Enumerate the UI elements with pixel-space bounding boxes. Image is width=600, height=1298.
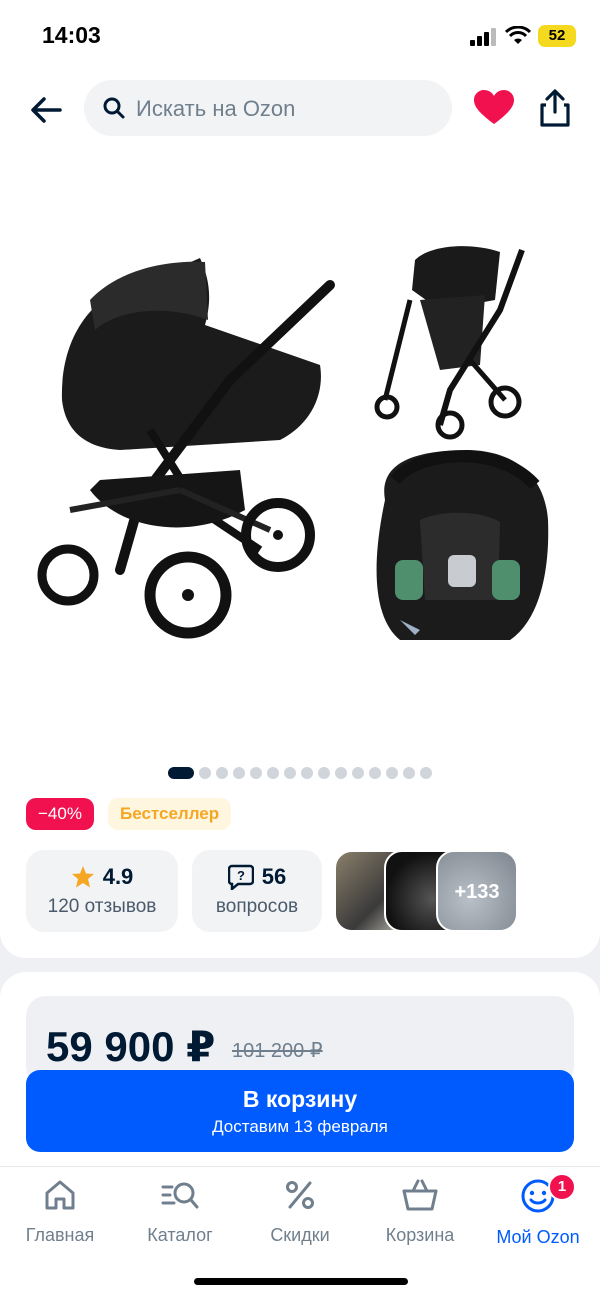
- gallery-dot[interactable]: [267, 767, 279, 779]
- stroller-product-image: [37, 246, 549, 640]
- catalog-search-icon: [161, 1182, 199, 1209]
- gallery-dot[interactable]: [403, 767, 415, 779]
- questions-button[interactable]: ? 56 вопросов: [192, 850, 322, 932]
- top-bar: Искать на Ozon: [0, 74, 600, 150]
- cellular-signal-icon: [470, 28, 498, 46]
- gallery-dot[interactable]: [284, 767, 296, 779]
- gallery-dot[interactable]: [301, 767, 313, 779]
- search-input[interactable]: Искать на Ozon: [84, 80, 452, 136]
- seat-stroller-illustration: [374, 246, 525, 440]
- nav-item-catalog[interactable]: Каталог: [120, 1177, 240, 1246]
- gallery-dot[interactable]: [250, 767, 262, 779]
- search-icon: [103, 97, 125, 119]
- product-info-card: −40% Бестселлер 4.9 120 отзывов ? 56 воп…: [0, 786, 600, 958]
- back-arrow-icon[interactable]: [26, 90, 66, 130]
- gallery-dot[interactable]: [335, 767, 347, 779]
- nav-item-discounts[interactable]: Скидки: [240, 1177, 360, 1246]
- gallery-dot[interactable]: [168, 767, 194, 779]
- nav-label-home: Главная: [25, 1225, 95, 1245]
- questions-count: 56: [261, 864, 287, 889]
- battery-indicator: 52: [538, 25, 576, 47]
- discount-badge: −40%: [26, 798, 94, 830]
- svg-text:?: ?: [237, 868, 245, 883]
- notification-badge: 1: [548, 1173, 576, 1201]
- nav-item-home[interactable]: Главная: [0, 1177, 120, 1246]
- nav-label-discounts: Скидки: [270, 1225, 330, 1245]
- gallery-pagination: [0, 760, 600, 786]
- bestseller-badge: Бестселлер: [108, 798, 232, 830]
- star-icon: [71, 866, 94, 888]
- status-time: 14:03: [42, 22, 101, 48]
- status-bar: 14:03 52: [0, 0, 600, 74]
- home-icon: [45, 1180, 75, 1210]
- questions-label: вопросов: [215, 896, 299, 917]
- favorite-heart-icon[interactable]: [474, 90, 514, 126]
- add-to-cart-label: В корзину: [242, 1086, 358, 1112]
- basket-icon: [402, 1179, 438, 1211]
- gallery-dot[interactable]: [216, 767, 228, 779]
- reviews-count: 120 отзывов: [47, 896, 157, 917]
- nav-item-cart[interactable]: Корзина: [360, 1177, 480, 1246]
- question-bubble-icon: ?: [227, 864, 254, 890]
- nav-label-my-ozon: Мой Ozon: [496, 1227, 580, 1247]
- nav-label-cart: Корзина: [385, 1225, 455, 1245]
- gallery-dot[interactable]: [369, 767, 381, 779]
- bassinet-stroller-illustration: [37, 258, 335, 639]
- old-price: 101 200 ₽: [232, 1040, 323, 1062]
- wifi-icon: [505, 26, 531, 44]
- rating-value: 4.9: [102, 864, 134, 889]
- more-photos-thumbnail[interactable]: +133: [436, 850, 518, 932]
- nav-label-catalog: Каталог: [147, 1225, 213, 1245]
- share-icon[interactable]: [536, 88, 574, 128]
- gallery-dot[interactable]: [199, 767, 211, 779]
- search-placeholder: Искать на Ozon: [136, 96, 296, 121]
- product-image-gallery[interactable]: [0, 150, 600, 760]
- gallery-dot[interactable]: [420, 767, 432, 779]
- percent-icon: [286, 1181, 314, 1209]
- rating-reviews-button[interactable]: 4.9 120 отзывов: [26, 850, 178, 932]
- current-price: 59 900 ₽: [46, 1023, 216, 1070]
- nav-item-my-ozon[interactable]: 1 Мой Ozon: [478, 1173, 598, 1248]
- delivery-date-label: Доставим 13 февраля: [212, 1117, 388, 1136]
- gallery-dot[interactable]: [233, 767, 245, 779]
- car-seat-illustration: [376, 450, 549, 640]
- add-to-cart-button[interactable]: В корзину Доставим 13 февраля: [26, 1070, 574, 1152]
- customer-photos[interactable]: +133: [334, 850, 524, 932]
- gallery-dot[interactable]: [352, 767, 364, 779]
- gallery-dot[interactable]: [318, 767, 330, 779]
- gallery-dot[interactable]: [386, 767, 398, 779]
- home-indicator: [194, 1278, 408, 1285]
